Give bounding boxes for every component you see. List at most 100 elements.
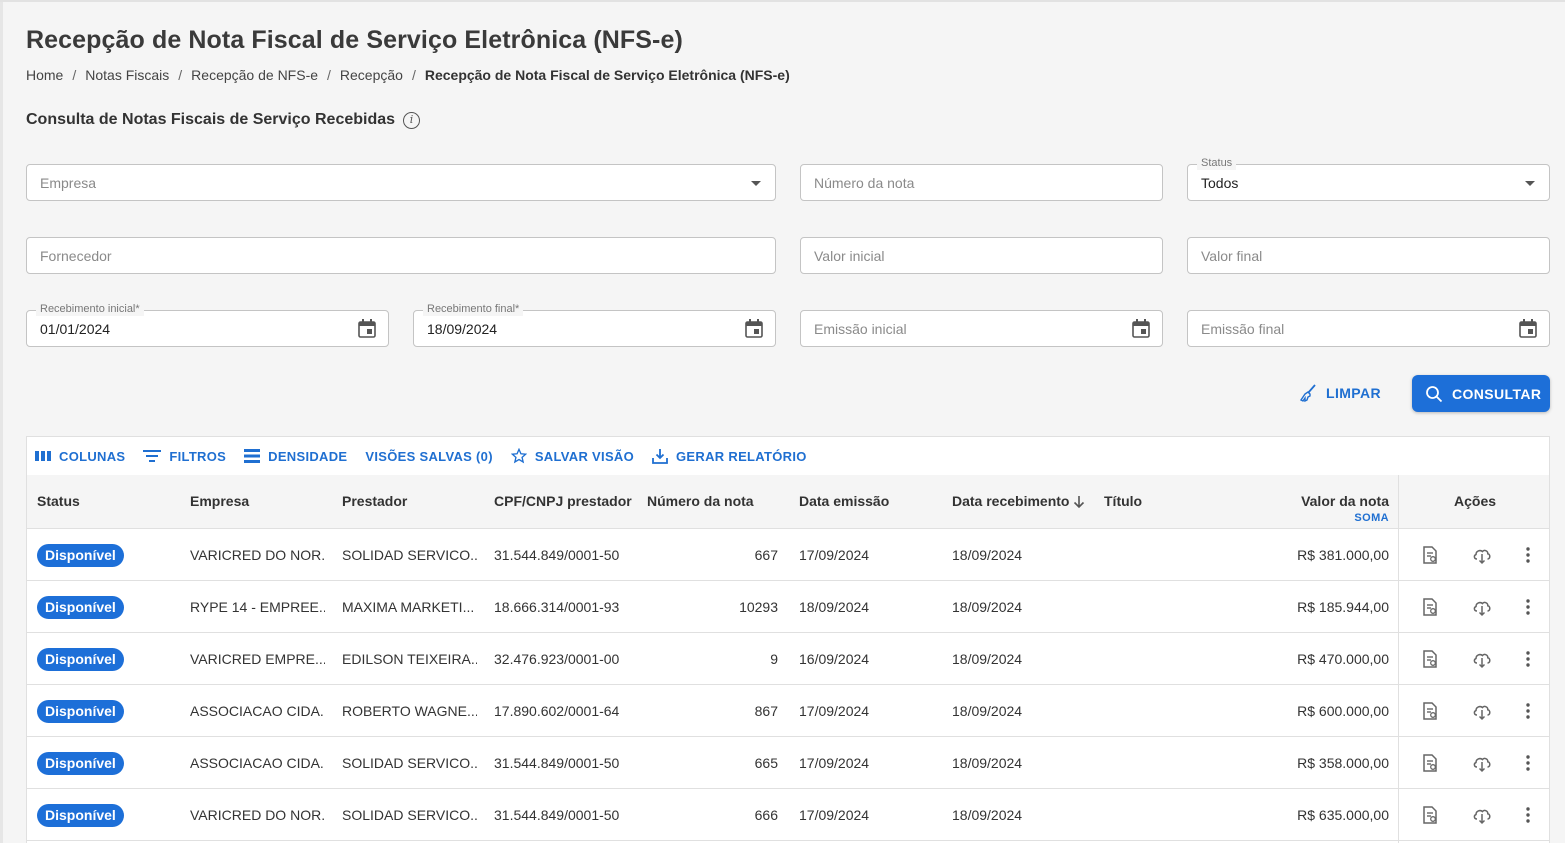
section-title: Consulta de Notas Fiscais de Serviço Rec… — [26, 111, 396, 128]
cell-prestador: SOLIDAD SERVICO... — [342, 807, 477, 823]
view-document-icon[interactable] — [1420, 701, 1440, 721]
cloud-download-icon[interactable] — [1472, 649, 1492, 669]
cell-empresa: VARICRED EMPRE... — [190, 651, 325, 667]
window-left-edge — [0, 0, 3, 843]
cell-cnpj: 31.544.849/0001-50 — [494, 755, 620, 771]
cell-numero: 867 — [754, 703, 778, 719]
cell-valor: R$ 635.000,00 — [1297, 807, 1389, 823]
more-vert-icon[interactable] — [1518, 597, 1538, 617]
gerar-relatorio-button[interactable]: GERAR RELATÓRIO — [652, 448, 807, 464]
cloud-download-icon[interactable] — [1472, 597, 1492, 617]
recebimento-final-label: Recebimento final* — [423, 302, 524, 316]
view-document-icon[interactable] — [1420, 649, 1440, 669]
more-vert-icon[interactable] — [1518, 805, 1538, 825]
cell-prestador: SOLIDAD SERVICO... — [342, 547, 477, 563]
cell-emissao: 17/09/2024 — [799, 547, 870, 563]
limpar-button[interactable]: LIMPAR — [1298, 375, 1388, 411]
soma-label: SOMA — [1354, 512, 1389, 524]
view-document-icon[interactable] — [1420, 753, 1440, 773]
filtros-label: FILTROS — [169, 448, 227, 464]
status-badge: Disponível — [37, 752, 124, 775]
valor-final-input[interactable]: Valor final — [1187, 237, 1550, 274]
column-header-numero[interactable]: Número da nota — [647, 493, 754, 509]
fornecedor-input[interactable]: Fornecedor — [26, 237, 776, 274]
search-icon — [1426, 385, 1443, 402]
cell-empresa: RYPE 14 - EMPREE... — [190, 599, 325, 615]
recebimento-inicial-label: Recebimento inicial* — [36, 302, 144, 316]
arrow-down-icon[interactable] — [1072, 495, 1086, 509]
chevron-down-icon — [751, 181, 761, 186]
breadcrumb-recepcao[interactable]: Recepção — [340, 67, 403, 83]
emissao-final-input[interactable]: Emissão final — [1187, 310, 1550, 347]
cell-empresa: ASSOCIACAO CIDA... — [190, 703, 325, 719]
colunas-button[interactable]: COLUNAS — [35, 449, 125, 464]
cell-recebimento: 18/09/2024 — [952, 599, 1023, 615]
cell-numero: 10293 — [739, 599, 778, 615]
more-vert-icon[interactable] — [1518, 545, 1538, 565]
cell-emissao: 17/09/2024 — [799, 755, 870, 771]
view-document-icon[interactable] — [1420, 545, 1440, 565]
table-row[interactable]: Disponível VARICRED DO NOR... SOLIDAD SERV… — [27, 529, 1549, 581]
table-row[interactable]: Disponível VARICRED DO NOR... SOLIDAD SERV… — [27, 789, 1549, 841]
page-title: Recepção de Nota Fiscal de Serviço Eletr… — [26, 26, 683, 54]
gerar-relatorio-label: GERAR RELATÓRIO — [676, 448, 807, 464]
column-header-prestador[interactable]: Prestador — [342, 493, 407, 509]
view-document-icon[interactable] — [1420, 597, 1440, 617]
cell-recebimento: 18/09/2024 — [952, 807, 1023, 823]
broom-icon — [1299, 384, 1316, 403]
status-badge: Disponível — [37, 596, 124, 619]
cloud-download-icon[interactable] — [1472, 545, 1492, 565]
visoes-salvas-label: VISÕES SALVAS (0) — [365, 448, 493, 464]
column-header-titulo[interactable]: Título — [1104, 493, 1142, 509]
column-header-emissao[interactable]: Data emissão — [799, 493, 889, 509]
breadcrumb-recepcao-nfse[interactable]: Recepção de NFS-e — [191, 67, 318, 83]
visoes-salvas-button[interactable]: VISÕES SALVAS (0) — [365, 449, 492, 464]
table-row[interactable]: Disponível ASSOCIACAO CIDA... SOLIDAD SERV… — [27, 737, 1549, 789]
cell-emissao: 17/09/2024 — [799, 703, 870, 719]
empresa-select[interactable]: Empresa — [26, 164, 776, 201]
consultar-button[interactable]: CONSULTAR — [1412, 375, 1550, 412]
cloud-download-icon[interactable] — [1472, 753, 1492, 773]
column-header-status[interactable]: Status — [37, 493, 80, 509]
filtros-button[interactable]: FILTROS — [143, 449, 226, 464]
status-badge: Disponível — [37, 544, 124, 567]
status-select[interactable]: Status Todos — [1187, 156, 1550, 201]
calendar-icon[interactable] — [1519, 319, 1537, 338]
column-header-recebimento[interactable]: Data recebimento — [952, 493, 1069, 509]
column-header-cnpj[interactable]: CPF/CNPJ prestador — [494, 493, 632, 509]
grid-toolbar: COLUNAS FILTROS DENSIDADE VISÕES SALVAS … — [27, 437, 1549, 475]
column-header-empresa[interactable]: Empresa — [190, 493, 249, 509]
filter-icon — [143, 450, 162, 462]
cell-valor: R$ 600.000,00 — [1297, 703, 1389, 719]
info-icon[interactable]: i — [403, 112, 420, 129]
recebimento-inicial-input[interactable]: Recebimento inicial* 01/01/2024 — [26, 302, 389, 347]
salvar-visao-button[interactable]: SALVAR VISÃO — [510, 448, 634, 464]
consultar-label: CONSULTAR — [1452, 385, 1542, 402]
cell-valor: R$ 470.000,00 — [1297, 651, 1389, 667]
column-header-valor[interactable]: Valor da nota — [1301, 493, 1389, 509]
numero-nota-input[interactable]: Número da nota — [800, 164, 1163, 201]
actions-column-divider — [1398, 475, 1399, 843]
cloud-download-icon[interactable] — [1472, 701, 1492, 721]
cell-prestador: ROBERTO WAGNE... — [342, 703, 477, 719]
breadcrumb-notas-fiscais[interactable]: Notas Fiscais — [85, 67, 169, 83]
cell-cnpj: 17.890.602/0001-64 — [494, 703, 620, 719]
table-row[interactable]: Disponível ASSOCIACAO CIDA... ROBERTO WAGN… — [27, 685, 1549, 737]
more-vert-icon[interactable] — [1518, 753, 1538, 773]
recebimento-final-input[interactable]: Recebimento final* 18/09/2024 — [413, 302, 776, 347]
more-vert-icon[interactable] — [1518, 649, 1538, 669]
table-row[interactable]: Disponível VARICRED EMPRE... EDILSON TEIXE… — [27, 633, 1549, 685]
more-vert-icon[interactable] — [1518, 701, 1538, 721]
cloud-download-icon[interactable] — [1472, 805, 1492, 825]
emissao-inicial-input[interactable]: Emissão inicial — [800, 310, 1163, 347]
densidade-button[interactable]: DENSIDADE — [244, 449, 347, 464]
valor-inicial-input[interactable]: Valor inicial — [800, 237, 1163, 274]
view-document-icon[interactable] — [1420, 805, 1440, 825]
emissao-final-placeholder: Emissão final — [1201, 321, 1285, 337]
table-row[interactable]: Disponível RYPE 14 - EMPREE... MAXIMA MARK… — [27, 581, 1549, 633]
breadcrumb-home[interactable]: Home — [26, 67, 63, 83]
calendar-icon[interactable] — [1132, 319, 1150, 338]
calendar-icon[interactable] — [358, 319, 376, 338]
calendar-icon[interactable] — [745, 319, 763, 338]
cell-empresa: ASSOCIACAO CIDA... — [190, 755, 325, 771]
